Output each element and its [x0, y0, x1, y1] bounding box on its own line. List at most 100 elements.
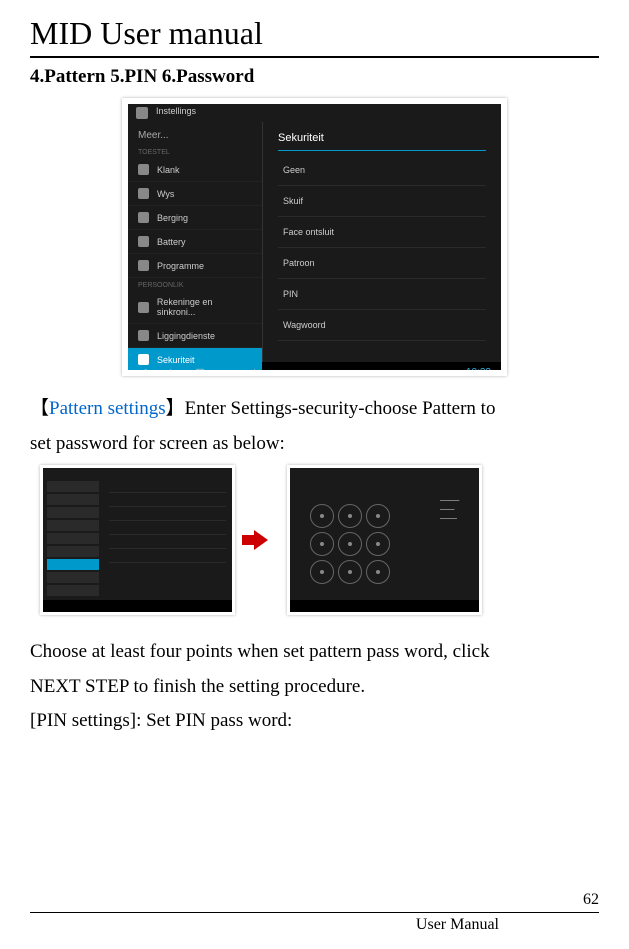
sidebar-item-apps[interactable]: Programme [128, 254, 262, 278]
nav-icons: ◁ △ ▢ − + [138, 366, 258, 377]
settings-icon [136, 107, 148, 119]
vol-up-icon[interactable]: + [252, 366, 258, 377]
small-content [103, 479, 232, 600]
storage-icon [138, 212, 149, 223]
small-content-row [109, 537, 226, 549]
small-sidebar-item [47, 572, 99, 583]
pattern-dot[interactable] [338, 560, 362, 584]
pattern-dot[interactable] [310, 504, 334, 528]
location-icon [138, 330, 149, 341]
lock-option-pin[interactable]: PIN [278, 279, 486, 310]
lock-icon [138, 354, 149, 365]
sidebar-item-storage[interactable]: Berging [128, 206, 262, 230]
section-heading: 4.Pattern 5.PIN 6.Password [30, 66, 599, 88]
home-icon[interactable]: △ [166, 366, 174, 377]
apps-icon [138, 260, 149, 271]
sidebar-subheader-1: TOESTEL [128, 145, 262, 158]
screenshot-1-container: Instellings Meer... TOESTEL Klank Wys Be… [30, 98, 599, 376]
small-sidebar-item [47, 481, 99, 492]
paragraph-2-line1: Choose at least four points when set pat… [30, 639, 599, 666]
pattern-instructions: ━━━━━━━━ ━━━━━━ ━━━━━━━ [440, 499, 475, 525]
pattern-dot[interactable] [366, 532, 390, 556]
arrow-right-icon [245, 524, 277, 556]
title-divider [30, 56, 599, 58]
sidebar-item-label: Klank [157, 165, 180, 175]
sound-icon [138, 164, 149, 175]
sidebar-item-display[interactable]: Wys [128, 182, 262, 206]
time-display: 10:22 [466, 367, 491, 377]
app-title: Instellings [156, 106, 196, 116]
small-sidebar-item [47, 585, 99, 596]
footer-divider [30, 912, 599, 913]
sidebar-item-label: Liggingdienste [157, 331, 215, 341]
pattern-dot[interactable] [366, 504, 390, 528]
settings-sidebar: Meer... TOESTEL Klank Wys Berging Batter… [128, 122, 263, 362]
pattern-dot[interactable] [338, 532, 362, 556]
small-screenshot-2: ━━━━━━━━ ━━━━━━ ━━━━━━━ [287, 465, 482, 615]
pattern-area: ━━━━━━━━ ━━━━━━ ━━━━━━━ [290, 479, 479, 600]
small-sidebar-item [47, 494, 99, 505]
small-sidebar-item-selected [47, 559, 99, 570]
pattern-dot[interactable] [310, 560, 334, 584]
small-content-row [109, 509, 226, 521]
blue-text: Pattern settings [49, 398, 166, 419]
paragraph-3: [PIN settings]: Set PIN pass word: [30, 708, 599, 735]
recent-icon[interactable]: ▢ [195, 366, 205, 377]
lock-option-none[interactable]: Geen [278, 155, 486, 186]
lock-option-face[interactable]: Face ontsluit [278, 217, 486, 248]
footer-label: User Manual [30, 916, 599, 934]
small-content-row [109, 481, 226, 493]
settings-screenshot: Instellings Meer... TOESTEL Klank Wys Be… [122, 98, 507, 376]
small-status-bar [43, 468, 232, 479]
pattern-dot[interactable] [338, 504, 362, 528]
small-sidebar-item [47, 533, 99, 544]
lock-option-slide[interactable]: Skuif [278, 186, 486, 217]
main-content: Meer... TOESTEL Klank Wys Berging Batter… [128, 122, 501, 362]
p1-rest: 】Enter Settings-security-choose Pattern … [166, 398, 496, 419]
sidebar-header: Meer... [128, 122, 262, 145]
small-status-bar-2 [290, 468, 479, 479]
sidebar-item-label: Berging [157, 213, 188, 223]
battery-icon [138, 236, 149, 247]
small-sidebar-item [47, 507, 99, 518]
small-sidebar-item [47, 520, 99, 531]
sidebar-item-label: Sekuriteit [157, 355, 195, 365]
sidebar-item-battery[interactable]: Battery [128, 230, 262, 254]
small-nav-bar-2 [290, 600, 479, 612]
sidebar-item-sound[interactable]: Klank [128, 158, 262, 182]
small-sidebar-item [47, 546, 99, 557]
vol-down-icon[interactable]: − [225, 366, 231, 377]
sidebar-item-label: Battery [157, 237, 186, 247]
lock-option-pattern[interactable]: Patroon [278, 248, 486, 279]
small-screenshot-1 [40, 465, 235, 615]
paragraph-2-line2: NEXT STEP to finish the setting procedur… [30, 674, 599, 701]
content-panel: Sekuriteit Geen Skuif Face ontsluit Patr… [263, 122, 501, 362]
pattern-dot[interactable] [310, 532, 334, 556]
display-icon [138, 188, 149, 199]
lock-option-password[interactable]: Wagwoord [278, 310, 486, 341]
sidebar-subheader-2: PERSOONLIK [128, 278, 262, 291]
pattern-dot[interactable] [366, 560, 390, 584]
status-bar: Instellings [128, 104, 501, 122]
sidebar-item-accounts[interactable]: Rekeninge en sinkroni... [128, 291, 262, 324]
sync-icon [138, 302, 149, 313]
page-number: 62 [30, 891, 599, 909]
bracket-open: 【 [30, 398, 49, 419]
content-title: Sekuriteit [278, 132, 486, 151]
sidebar-item-location[interactable]: Liggingdienste [128, 324, 262, 348]
page-footer: 62 User Manual [30, 891, 599, 934]
sidebar-item-label: Wys [157, 189, 174, 199]
pattern-grid[interactable] [310, 504, 390, 584]
sidebar-item-label: Programme [157, 261, 204, 271]
sidebar-item-label: Rekeninge en sinkroni... [157, 297, 252, 317]
back-icon[interactable]: ◁ [138, 366, 146, 377]
small-content-row [109, 495, 226, 507]
page-title: MID User manual [30, 15, 599, 52]
paragraph-1-line2: set password for screen as below: [30, 431, 599, 458]
small-content-row [109, 551, 226, 563]
dual-screenshot-row: ━━━━━━━━ ━━━━━━ ━━━━━━━ [30, 465, 599, 615]
small-sidebar [43, 479, 103, 600]
paragraph-1: 【Pattern settings】Enter Settings-securit… [30, 396, 599, 423]
small-nav-bar [43, 600, 232, 612]
small-content-row [109, 523, 226, 535]
